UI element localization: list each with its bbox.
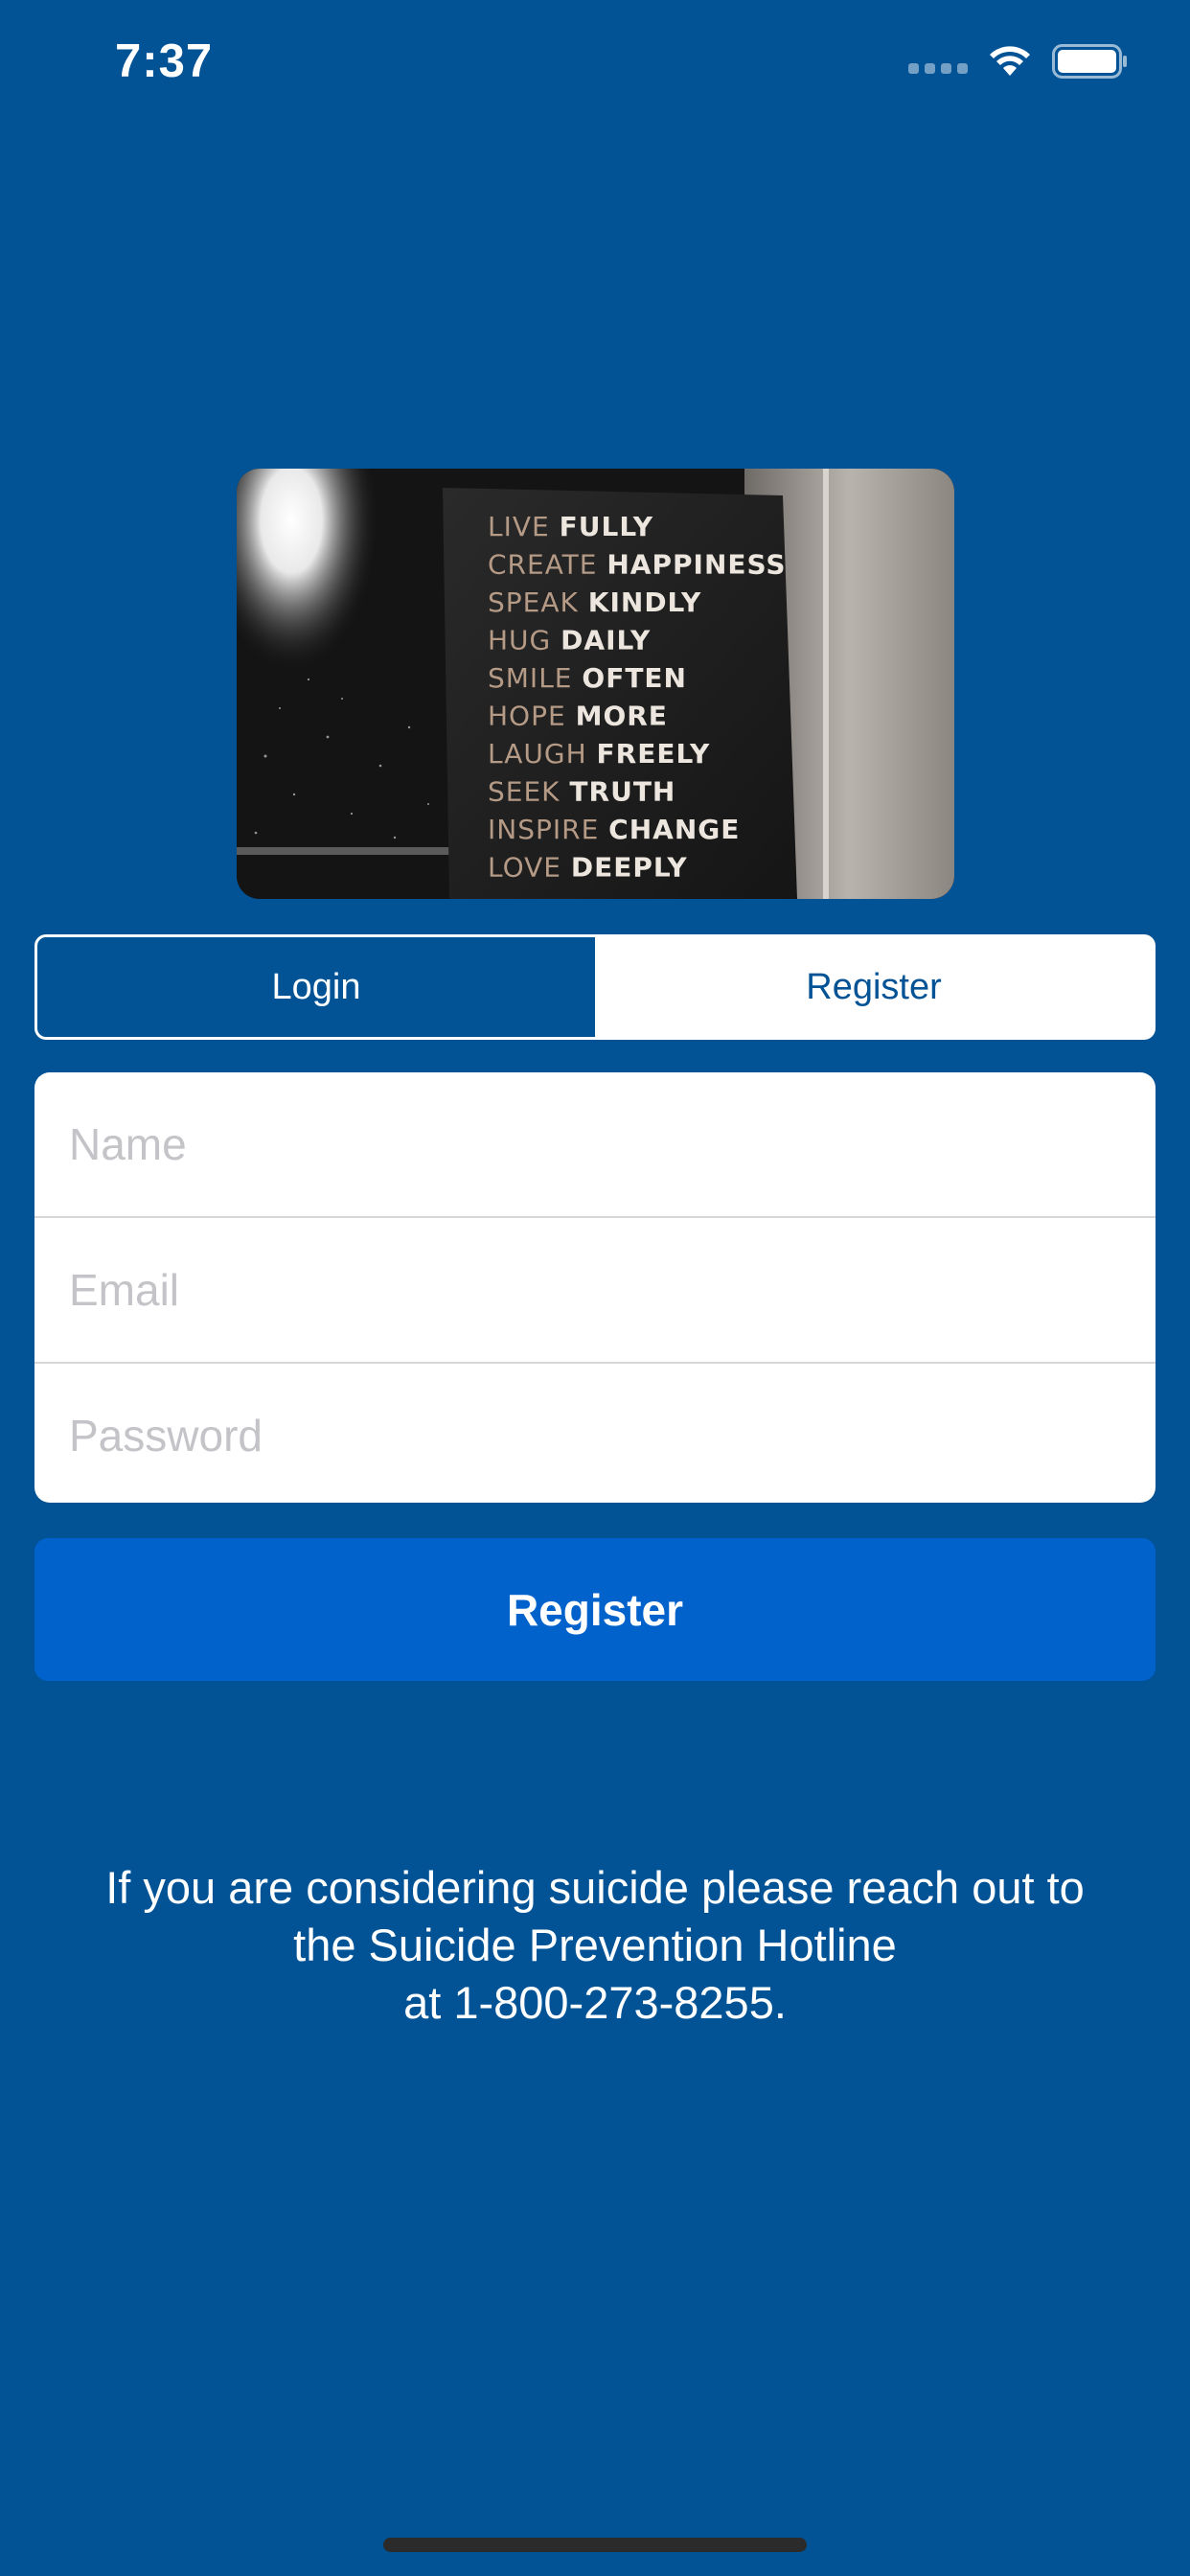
hotline-line-1: If you are considering suicide please re… [105,1862,1085,1913]
hotline-line-3: at 1-800-273-8255. [403,1977,787,2028]
tab-login[interactable]: Login [37,937,595,1037]
quote-line: LOVE DEEPLY [488,852,688,884]
wifi-icon [989,45,1031,78]
home-indicator[interactable] [383,2538,807,2552]
quote-line: CREATE HAPPINESS [488,549,787,581]
battery-icon [1052,44,1129,79]
quote-line: HUG DAILY [488,625,651,656]
hotline-message: If you are considering suicide please re… [0,1859,1190,2032]
quote-line: SMILE OFTEN [488,662,687,694]
status-time: 7:37 [115,35,214,87]
password-field[interactable] [34,1364,1156,1503]
tab-register[interactable]: Register [595,937,1153,1037]
quote-line: HOPE MORE [488,701,668,732]
quote-line: SEEK TRUTH [488,776,675,808]
signal-dots-icon [908,62,968,74]
quote-line: SPEAK KINDLY [488,586,701,618]
quote-line: LIVE FULLY [488,511,653,542]
name-field[interactable] [34,1072,1156,1216]
quote-line: LAUGH FREELY [488,738,710,770]
hotline-line-2: the Suicide Prevention Hotline [293,1920,897,1970]
auth-mode-segment[interactable]: Login Register [34,934,1156,1040]
quote-sign-photo: LIVE FULLY CREATE HAPPINESS SPEAK KINDLY HU… [237,469,954,899]
quote-line: INSPIRE CHANGE [488,814,740,845]
register-button[interactable]: Register [34,1538,1156,1681]
hero-image: LIVE FULLY CREATE HAPPINESS SPEAK KINDLY HU… [237,469,954,899]
email-field[interactable] [34,1218,1156,1362]
status-icons [908,44,1129,79]
register-form [34,1072,1156,1503]
